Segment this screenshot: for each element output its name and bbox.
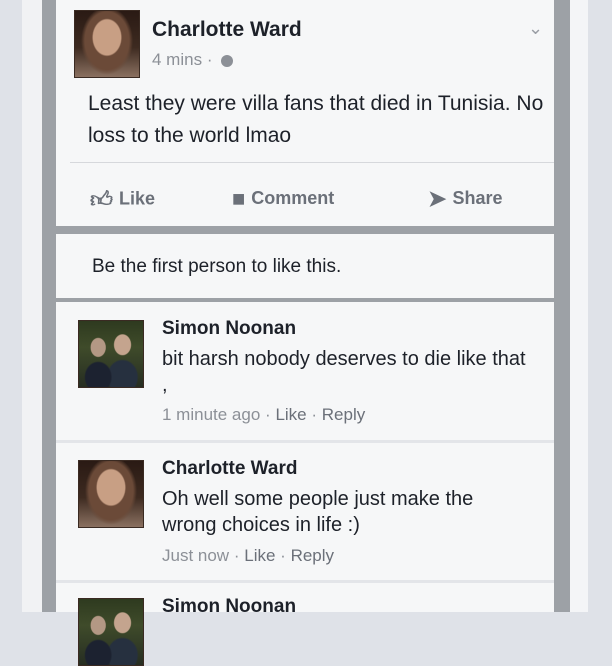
post-text: Least they were villa fans that died in … <box>88 92 544 147</box>
meta-separator: · <box>311 405 318 424</box>
author-avatar[interactable] <box>74 10 140 78</box>
comment-time[interactable]: Just now <box>162 546 229 565</box>
comment-avatar[interactable] <box>78 598 144 666</box>
globe-icon <box>221 54 234 67</box>
phone-screen: Charlotte Ward 4 mins · ⌄ Least they wer… <box>42 0 570 666</box>
device-frame-left <box>22 0 42 612</box>
comment-divider <box>56 580 554 583</box>
comment-author[interactable]: Simon Noonan <box>162 596 296 618</box>
comment-meta: Just now · Like · Reply <box>162 546 334 566</box>
meta-separator: · <box>280 546 286 565</box>
comment-time[interactable]: 1 minute ago <box>162 405 260 424</box>
share-arrow-icon: ➤ <box>428 186 447 211</box>
likes-text: Be the first person to like this. <box>92 256 342 277</box>
comment-divider <box>56 440 554 443</box>
like-label: Like <box>119 188 156 209</box>
divider <box>70 162 554 163</box>
comment-text: Oh well some people just make the wrong … <box>162 488 474 536</box>
post-time[interactable]: 4 mins <box>152 50 202 69</box>
comment-avatar[interactable] <box>78 460 144 528</box>
meta-separator: · <box>206 50 213 69</box>
comment-author[interactable]: Charlotte Ward <box>162 458 297 480</box>
device-frame-right <box>570 0 588 612</box>
post-card: Charlotte Ward 4 mins · ⌄ Least they wer… <box>56 0 554 226</box>
likes-summary: Be the first person to like this. <box>56 234 554 298</box>
meta-separator: · <box>233 546 240 565</box>
comment-like-link[interactable]: Like <box>244 546 275 565</box>
comment-button[interactable]: ■ Comment <box>232 186 334 212</box>
comment-icon: ■ <box>232 186 246 211</box>
comment-like-link[interactable]: Like <box>275 405 306 424</box>
thumbs-up-icon: 👍︎ <box>90 187 113 212</box>
comment-reply-link[interactable]: Reply <box>291 546 334 565</box>
comment-reply-link[interactable]: Reply <box>322 405 365 424</box>
comment-meta: 1 minute ago · Like · Reply <box>162 405 365 425</box>
post-meta: 4 mins · <box>152 50 234 70</box>
meta-separator: · <box>265 405 271 424</box>
share-label: Share <box>452 187 503 208</box>
share-button[interactable]: ➤ Share <box>428 186 502 212</box>
like-button[interactable]: 👍︎ Like <box>90 186 155 213</box>
comment-label: Comment <box>251 187 335 208</box>
comments-list: Simon Noonan bit harsh nobody deserves t… <box>56 302 554 666</box>
post-author-name[interactable]: Charlotte Ward <box>152 18 302 42</box>
comment-author[interactable]: Simon Noonan <box>162 318 296 340</box>
comment-text: bit harsh nobody deserves to die like th… <box>162 348 526 396</box>
comment-avatar[interactable] <box>78 320 144 388</box>
chevron-down-icon[interactable]: ⌄ <box>528 18 543 39</box>
